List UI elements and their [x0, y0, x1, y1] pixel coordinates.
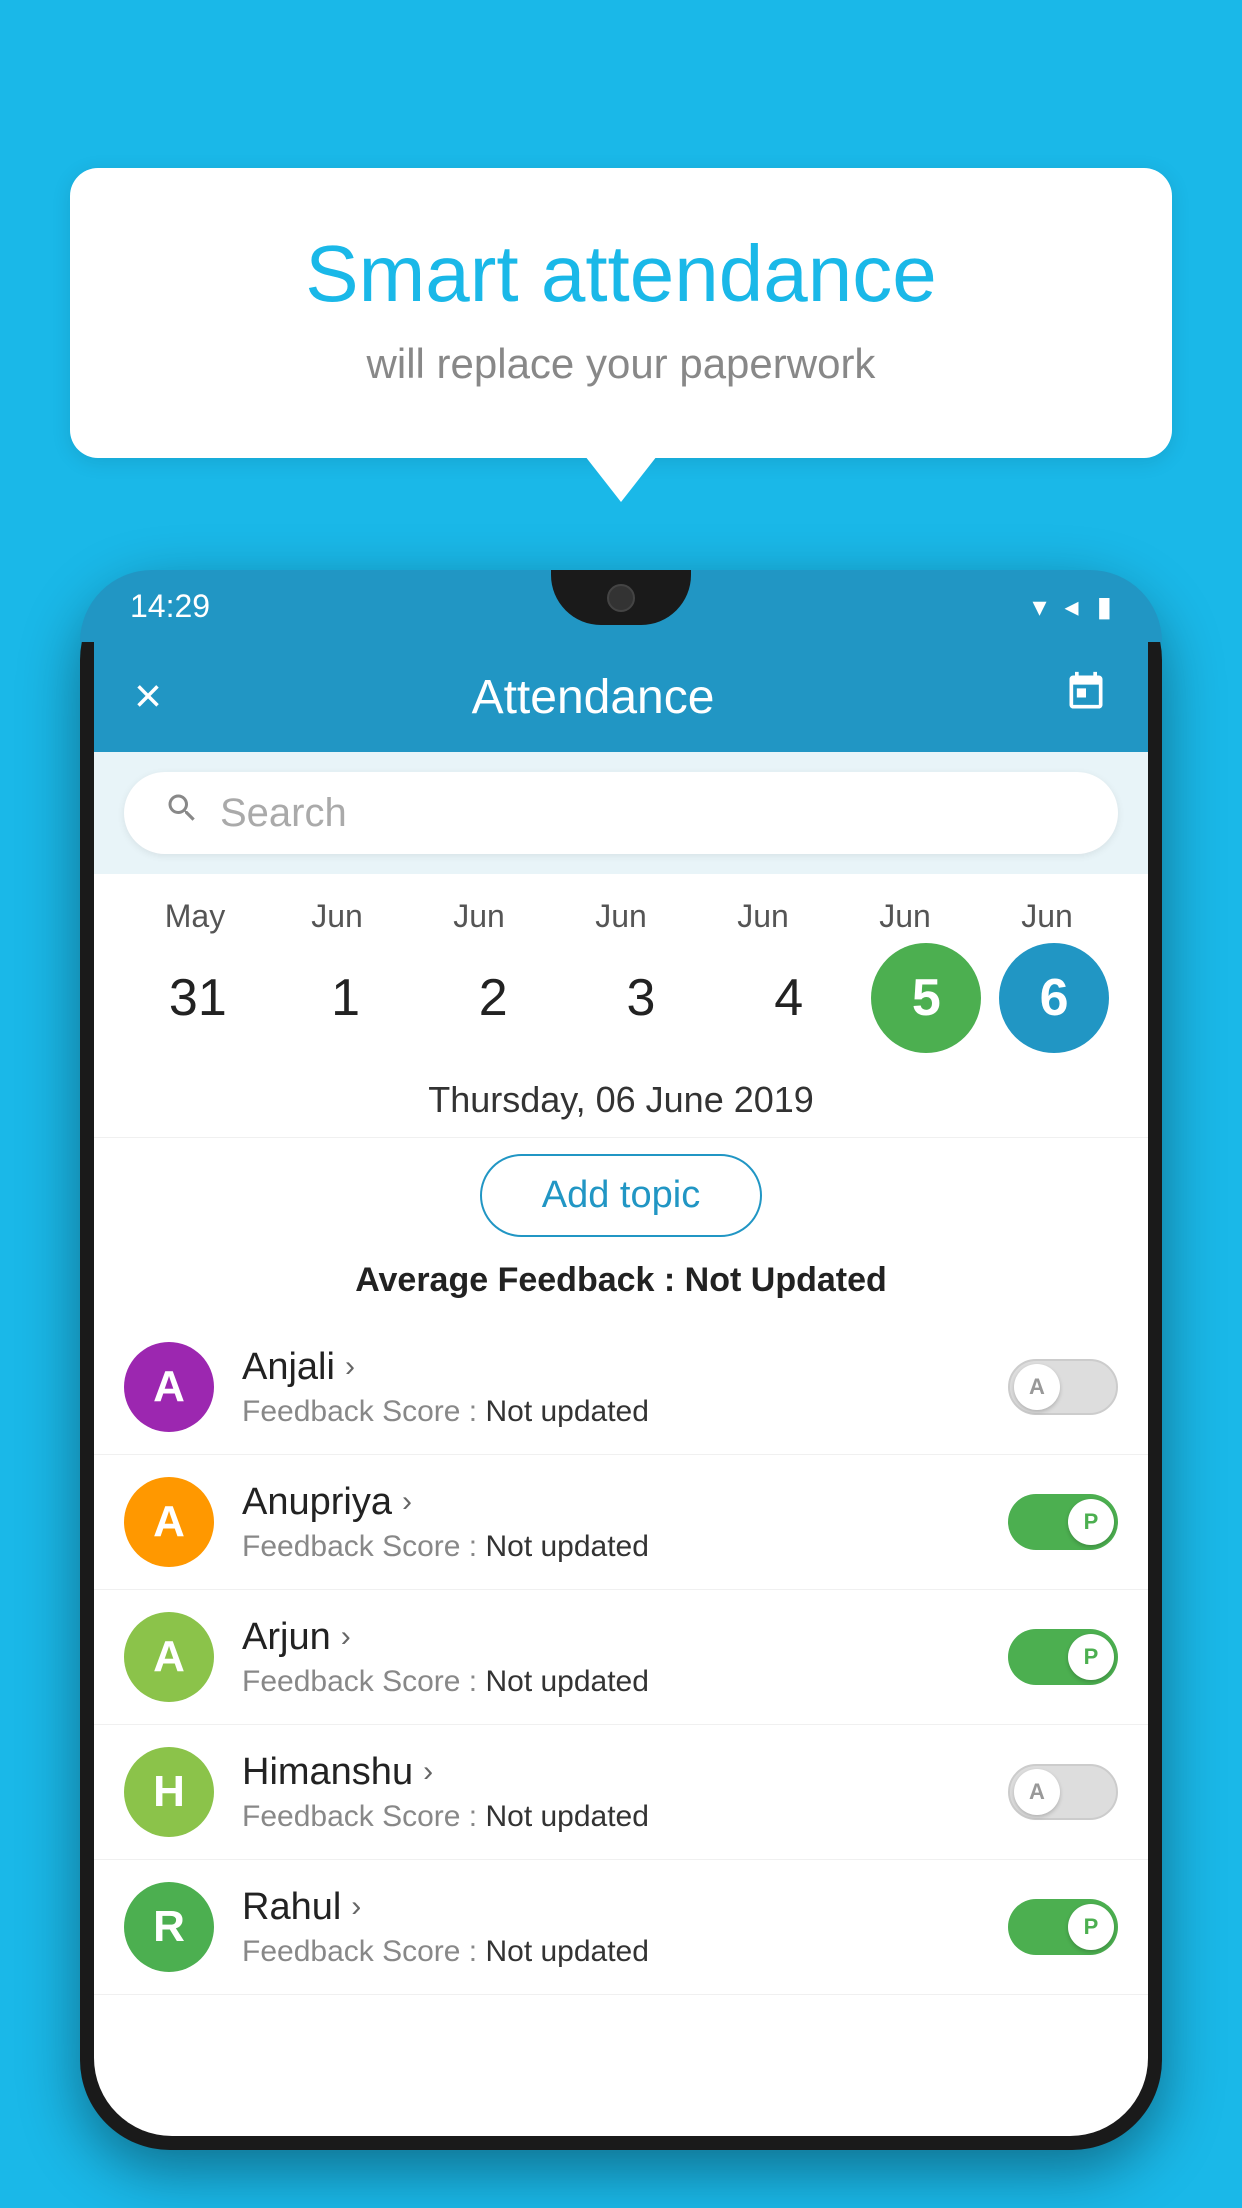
toggle-container-rahul[interactable]: P — [1008, 1899, 1118, 1955]
cal-date-1[interactable]: 1 — [281, 943, 411, 1053]
cal-date-2[interactable]: 2 — [428, 943, 558, 1053]
chevron-icon: › — [423, 1755, 433, 1789]
toggle-thumb-himanshu: A — [1014, 1769, 1060, 1815]
chevron-icon: › — [345, 1350, 355, 1384]
cal-date-31[interactable]: 31 — [133, 943, 263, 1053]
front-camera — [607, 584, 635, 612]
phone-frame: 14:29 ▾ ◂ ▮ × Attendance — [80, 570, 1162, 2150]
student-info-anupriya: Anupriya › Feedback Score : Not updated — [242, 1481, 1008, 1564]
cal-date-3[interactable]: 3 — [576, 943, 706, 1053]
avatar-arjun: A — [124, 1612, 214, 1702]
calendar-strip: May Jun Jun Jun Jun Jun Jun 31 1 2 3 4 5… — [94, 874, 1148, 1063]
attendance-toggle-anjali[interactable]: A — [1008, 1359, 1118, 1415]
bubble-title: Smart attendance — [150, 228, 1092, 320]
toggle-thumb-anupriya: P — [1068, 1499, 1114, 1545]
feedback-summary: Average Feedback : Not Updated — [94, 1253, 1148, 1320]
student-feedback-arjun: Feedback Score : Not updated — [242, 1665, 1008, 1699]
student-feedback-rahul: Feedback Score : Not updated — [242, 1935, 1008, 1969]
cal-date-5-today[interactable]: 5 — [871, 943, 981, 1053]
signal-icon: ◂ — [1065, 590, 1079, 623]
student-info-arjun: Arjun › Feedback Score : Not updated — [242, 1616, 1008, 1699]
cal-month-0: May — [130, 898, 260, 935]
student-item-arjun: A Arjun › Feedback Score : Not updated P — [94, 1590, 1148, 1725]
app-content: × Attendance Search — [94, 642, 1148, 2136]
cal-month-4: Jun — [698, 898, 828, 935]
speech-bubble: Smart attendance will replace your paper… — [70, 168, 1172, 458]
student-item-anjali: A Anjali › Feedback Score : Not updated … — [94, 1320, 1148, 1455]
chevron-icon: › — [351, 1890, 361, 1924]
selected-date-text: Thursday, 06 June 2019 — [124, 1079, 1118, 1121]
student-name-anupriya[interactable]: Anupriya › — [242, 1481, 1008, 1524]
calendar-dates: 31 1 2 3 4 5 6 — [124, 943, 1118, 1053]
status-icons: ▾ ◂ ▮ — [1032, 590, 1112, 623]
toggle-container-himanshu[interactable]: A — [1008, 1764, 1118, 1820]
student-item-rahul: R Rahul › Feedback Score : Not updated P — [94, 1860, 1148, 1995]
attendance-toggle-rahul[interactable]: P — [1008, 1899, 1118, 1955]
cal-month-2: Jun — [414, 898, 544, 935]
phone-wrapper: 14:29 ▾ ◂ ▮ × Attendance — [80, 570, 1162, 2208]
student-feedback-himanshu: Feedback Score : Not updated — [242, 1800, 1008, 1834]
attendance-toggle-himanshu[interactable]: A — [1008, 1764, 1118, 1820]
search-container: Search — [94, 752, 1148, 874]
toggle-thumb-arjun: P — [1068, 1634, 1114, 1680]
app-title: Attendance — [122, 670, 1064, 725]
wifi-icon: ▾ — [1032, 590, 1046, 623]
calendar-months: May Jun Jun Jun Jun Jun Jun — [124, 898, 1118, 935]
toggle-thumb-anjali: A — [1014, 1364, 1060, 1410]
toggle-thumb-rahul: P — [1068, 1904, 1114, 1950]
search-bar[interactable]: Search — [124, 772, 1118, 854]
avatar-rahul: R — [124, 1882, 214, 1972]
app-header: × Attendance — [94, 642, 1148, 752]
search-icon — [164, 790, 200, 836]
toggle-container-arjun[interactable]: P — [1008, 1629, 1118, 1685]
cal-date-6-selected[interactable]: 6 — [999, 943, 1109, 1053]
student-feedback-anjali: Feedback Score : Not updated — [242, 1395, 1008, 1429]
feedback-value: Not Updated — [685, 1261, 887, 1299]
student-info-himanshu: Himanshu › Feedback Score : Not updated — [242, 1751, 1008, 1834]
avatar-anjali: A — [124, 1342, 214, 1432]
cal-date-4[interactable]: 4 — [724, 943, 854, 1053]
student-list: A Anjali › Feedback Score : Not updated … — [94, 1320, 1148, 1995]
avatar-himanshu: H — [124, 1747, 214, 1837]
student-item-himanshu: H Himanshu › Feedback Score : Not update… — [94, 1725, 1148, 1860]
student-info-anjali: Anjali › Feedback Score : Not updated — [242, 1346, 1008, 1429]
toggle-container-anjali[interactable]: A — [1008, 1359, 1118, 1415]
student-feedback-anupriya: Feedback Score : Not updated — [242, 1530, 1008, 1564]
add-topic-container: Add topic — [94, 1138, 1148, 1253]
calendar-icon[interactable] — [1064, 670, 1108, 724]
attendance-toggle-anupriya[interactable]: P — [1008, 1494, 1118, 1550]
search-placeholder: Search — [220, 791, 347, 836]
date-info: Thursday, 06 June 2019 — [94, 1063, 1148, 1138]
chevron-icon: › — [402, 1485, 412, 1519]
student-name-anjali[interactable]: Anjali › — [242, 1346, 1008, 1389]
cal-month-1: Jun — [272, 898, 402, 935]
feedback-label: Average Feedback : Not Updated — [355, 1261, 887, 1299]
attendance-toggle-arjun[interactable]: P — [1008, 1629, 1118, 1685]
add-topic-button[interactable]: Add topic — [480, 1154, 762, 1237]
student-info-rahul: Rahul › Feedback Score : Not updated — [242, 1886, 1008, 1969]
student-name-arjun[interactable]: Arjun › — [242, 1616, 1008, 1659]
toggle-container-anupriya[interactable]: P — [1008, 1494, 1118, 1550]
cal-month-3: Jun — [556, 898, 686, 935]
student-item-anupriya: A Anupriya › Feedback Score : Not update… — [94, 1455, 1148, 1590]
chevron-icon: › — [341, 1620, 351, 1654]
bubble-subtitle: will replace your paperwork — [150, 340, 1092, 388]
battery-icon: ▮ — [1097, 590, 1112, 623]
cal-month-5: Jun — [840, 898, 970, 935]
avatar-anupriya: A — [124, 1477, 214, 1567]
student-name-himanshu[interactable]: Himanshu › — [242, 1751, 1008, 1794]
cal-month-6: Jun — [982, 898, 1112, 935]
student-name-rahul[interactable]: Rahul › — [242, 1886, 1008, 1929]
